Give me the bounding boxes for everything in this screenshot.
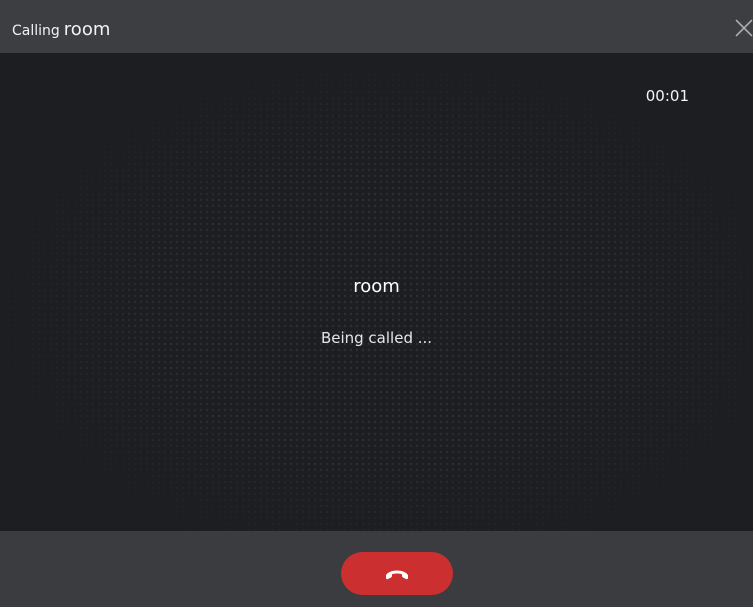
callee-name: room: [353, 276, 400, 297]
call-control-bar: [0, 531, 753, 607]
close-icon: [735, 19, 753, 37]
close-button[interactable]: [733, 18, 753, 38]
call-video-area: 00:01 room Being called ...: [0, 53, 753, 531]
call-status: Being called ...: [320, 329, 433, 347]
call-window: Calling room 00:01 room Being called ...: [0, 0, 753, 607]
title-prefix: Calling: [12, 23, 60, 39]
title-bar: Calling room: [0, 0, 753, 53]
title-callee-name: room: [63, 19, 111, 40]
phone-hangup-icon: [386, 570, 408, 580]
call-timer: 00:01: [645, 87, 689, 105]
window-title: Calling room: [12, 0, 110, 53]
hang-up-button[interactable]: [341, 552, 453, 595]
